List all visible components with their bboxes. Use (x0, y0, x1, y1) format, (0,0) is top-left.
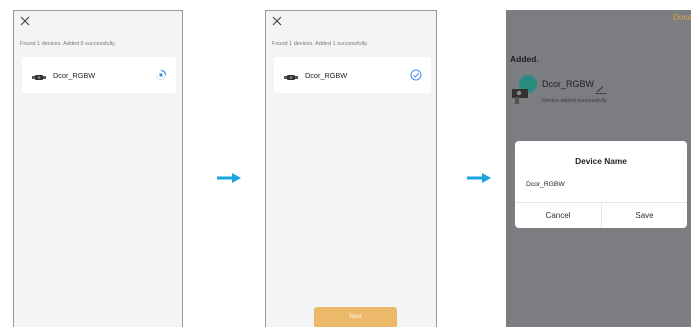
close-icon[interactable] (19, 15, 31, 27)
next-button[interactable]: Next (314, 307, 397, 327)
device-icon (284, 69, 298, 87)
close-icon[interactable] (271, 15, 283, 27)
done-button[interactable]: Done (673, 13, 691, 22)
device-added-text: Device added successfully (542, 98, 607, 104)
device-card[interactable]: Dcor_RGBW (22, 57, 176, 93)
save-button[interactable]: Save (602, 203, 687, 228)
device-name: Dcor_RGBW (542, 79, 595, 89)
added-title: Added. (510, 54, 539, 64)
device-icon (32, 69, 46, 87)
screen-added: Found 1 devices. Added 1 successfully. D… (265, 10, 437, 327)
edit-icon[interactable] (595, 81, 607, 99)
device-card[interactable]: Dcor_RGBW (274, 57, 431, 93)
screen-rename-device: Done Added. Dcor_RGBW Device added succe… (506, 10, 691, 327)
dialog-title: Device Name (575, 156, 627, 166)
arrow-right-icon (217, 170, 241, 188)
cancel-button[interactable]: Cancel (515, 203, 601, 228)
device-name: Dcor_RGBW (53, 71, 96, 80)
bulb-icon (510, 72, 540, 109)
device-name-input[interactable] (526, 178, 676, 190)
device-name-dialog: Device Name Cancel Save (515, 141, 687, 228)
found-status-text: Found 1 devices. Added 0 successfully. (20, 41, 116, 47)
screen-adding: Found 1 devices. Added 0 successfully. D… (13, 10, 183, 327)
arrow-right-icon (467, 170, 491, 188)
check-circle-icon (410, 68, 422, 86)
loading-icon (155, 68, 167, 86)
device-name: Dcor_RGBW (305, 71, 348, 80)
found-status-text: Found 1 devices. Added 1 successfully. (272, 41, 368, 47)
